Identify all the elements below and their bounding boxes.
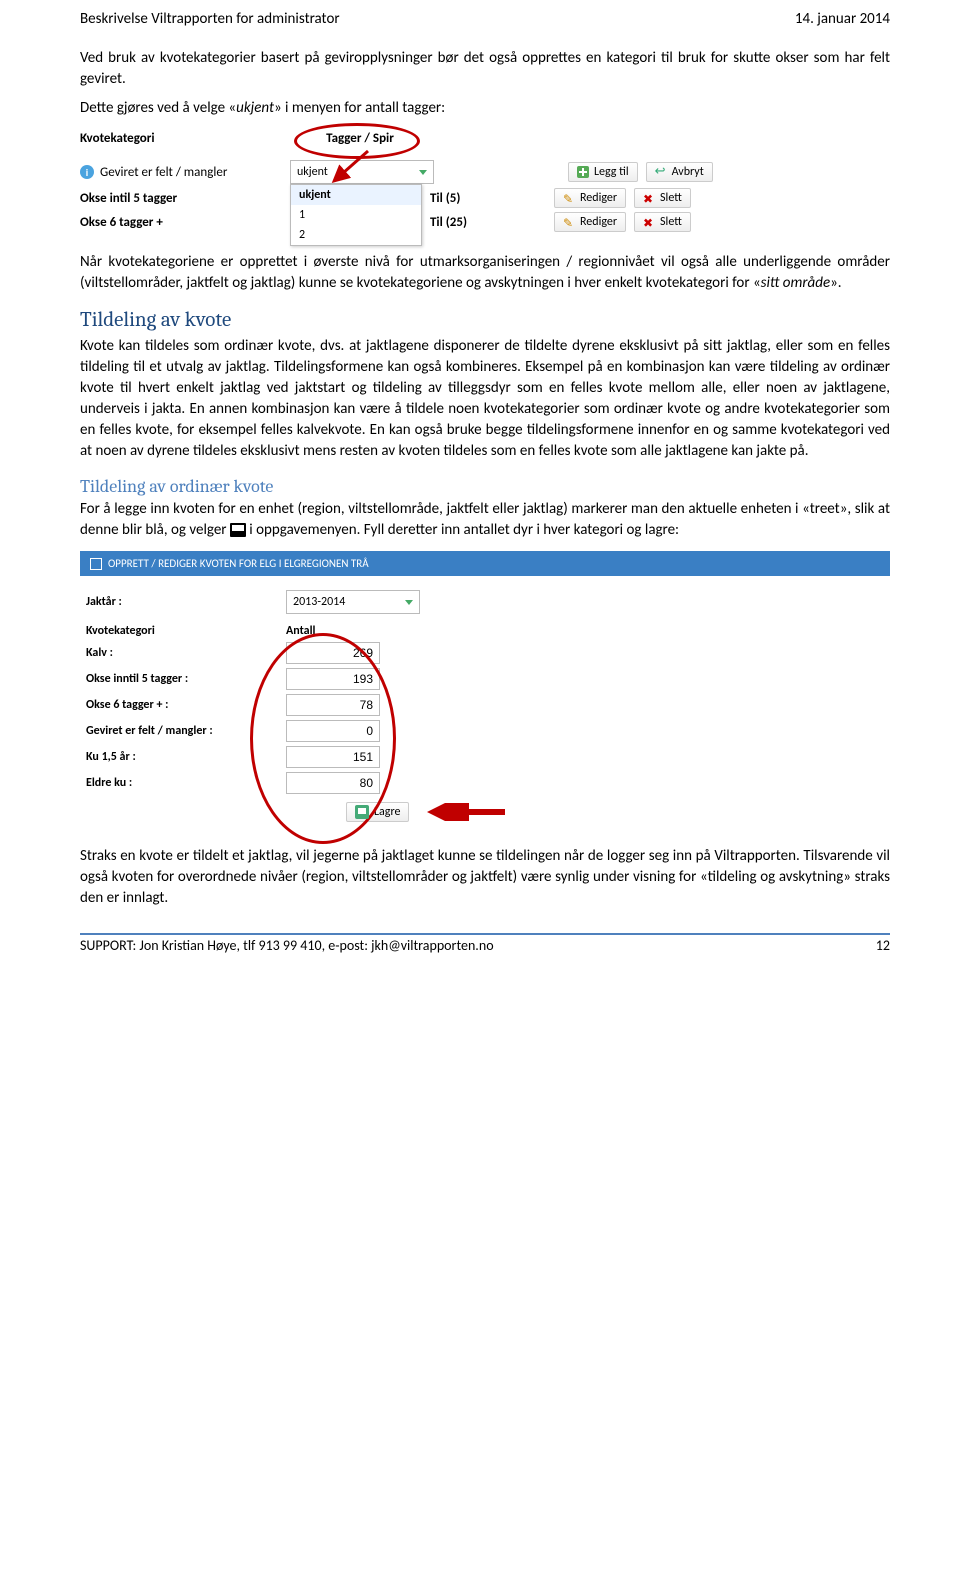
screenshot-kvotekategori: Kvotekategori Tagger / Spir iGeviret er … [80, 127, 890, 240]
dropdown-option[interactable]: ukjent [291, 185, 421, 205]
page-footer: SUPPORT: Jon Kristian Høye, tlf 913 99 4… [80, 933, 890, 954]
chevron-down-icon [419, 170, 427, 175]
spir-value: Til (25) [430, 215, 520, 230]
spir-value: Til (5) [430, 191, 520, 206]
delete-button[interactable]: Slett [634, 188, 691, 208]
window-icon [90, 558, 102, 570]
edit-button[interactable]: Rediger [554, 188, 626, 208]
body-paragraph: For å legge inn kvoten for en enhet (reg… [80, 499, 890, 541]
body-paragraph: Dette gjøres ved å velge «ukjent» i meny… [80, 98, 890, 119]
annotation-oval [294, 123, 420, 159]
body-paragraph: Straks en kvote er tildelt et jaktlag, v… [80, 846, 890, 909]
page-number: 12 [876, 937, 890, 954]
col-kvotekategori: Kvotekategori [80, 131, 300, 146]
body-paragraph: Ved bruk av kvotekategorier basert på ge… [80, 48, 890, 90]
row-label: Okse 6 tagger + [80, 215, 163, 230]
col-kvotekategori: Kvotekategori [86, 624, 286, 638]
label-jaktaar: Jaktår : [86, 595, 286, 609]
delete-button[interactable]: Slett [634, 212, 691, 232]
undo-icon [655, 166, 667, 178]
body-paragraph: Når kvotekategoriene er opprettet i øver… [80, 252, 890, 294]
panel-title: OPPRETT / REDIGER KVOTEN FOR ELG I ELGRE… [80, 551, 890, 576]
cancel-button[interactable]: Avbryt [646, 162, 713, 182]
screenshot-kvote-form: OPPRETT / REDIGER KVOTEN FOR ELG I ELGRE… [80, 551, 890, 832]
footer-support: SUPPORT: Jon Kristian Høye, tlf 913 99 4… [80, 937, 494, 954]
pencil-icon [563, 216, 575, 228]
doc-title: Beskrivelse Viltrapporten for administra… [80, 10, 340, 28]
x-icon [643, 216, 655, 228]
dropdown-option[interactable]: 1 [291, 205, 421, 225]
jaktaar-dropdown[interactable]: 2013-2014 [286, 590, 420, 614]
row-label: Kalv : [86, 646, 286, 660]
row-label: Okse intil 5 tagger [80, 191, 177, 206]
chevron-down-icon [405, 600, 413, 605]
doc-date: 14. januar 2014 [795, 10, 890, 28]
annotation-arrow [427, 803, 507, 821]
save-icon [355, 805, 369, 819]
task-icon [230, 523, 246, 537]
subsection-heading: Tildeling av ordinær kvote [80, 476, 890, 497]
dropdown-popup: ukjent 1 2 [290, 184, 422, 246]
plus-icon [577, 166, 589, 178]
row-label: Okse inntil 5 tagger : [86, 672, 286, 686]
add-button[interactable]: Legg til [568, 162, 638, 182]
body-paragraph: Kvote kan tildeles som ordinær kvote, dv… [80, 336, 890, 462]
annotation-oval [250, 633, 396, 844]
row-label: Geviret er felt / mangler [100, 165, 227, 180]
dropdown-option[interactable]: 2 [291, 225, 421, 245]
info-icon: i [80, 165, 94, 179]
section-heading: Tildeling av kvote [80, 308, 890, 332]
x-icon [643, 192, 655, 204]
page-header: Beskrivelse Viltrapporten for administra… [80, 10, 890, 28]
edit-button[interactable]: Rediger [554, 212, 626, 232]
pencil-icon [563, 192, 575, 204]
